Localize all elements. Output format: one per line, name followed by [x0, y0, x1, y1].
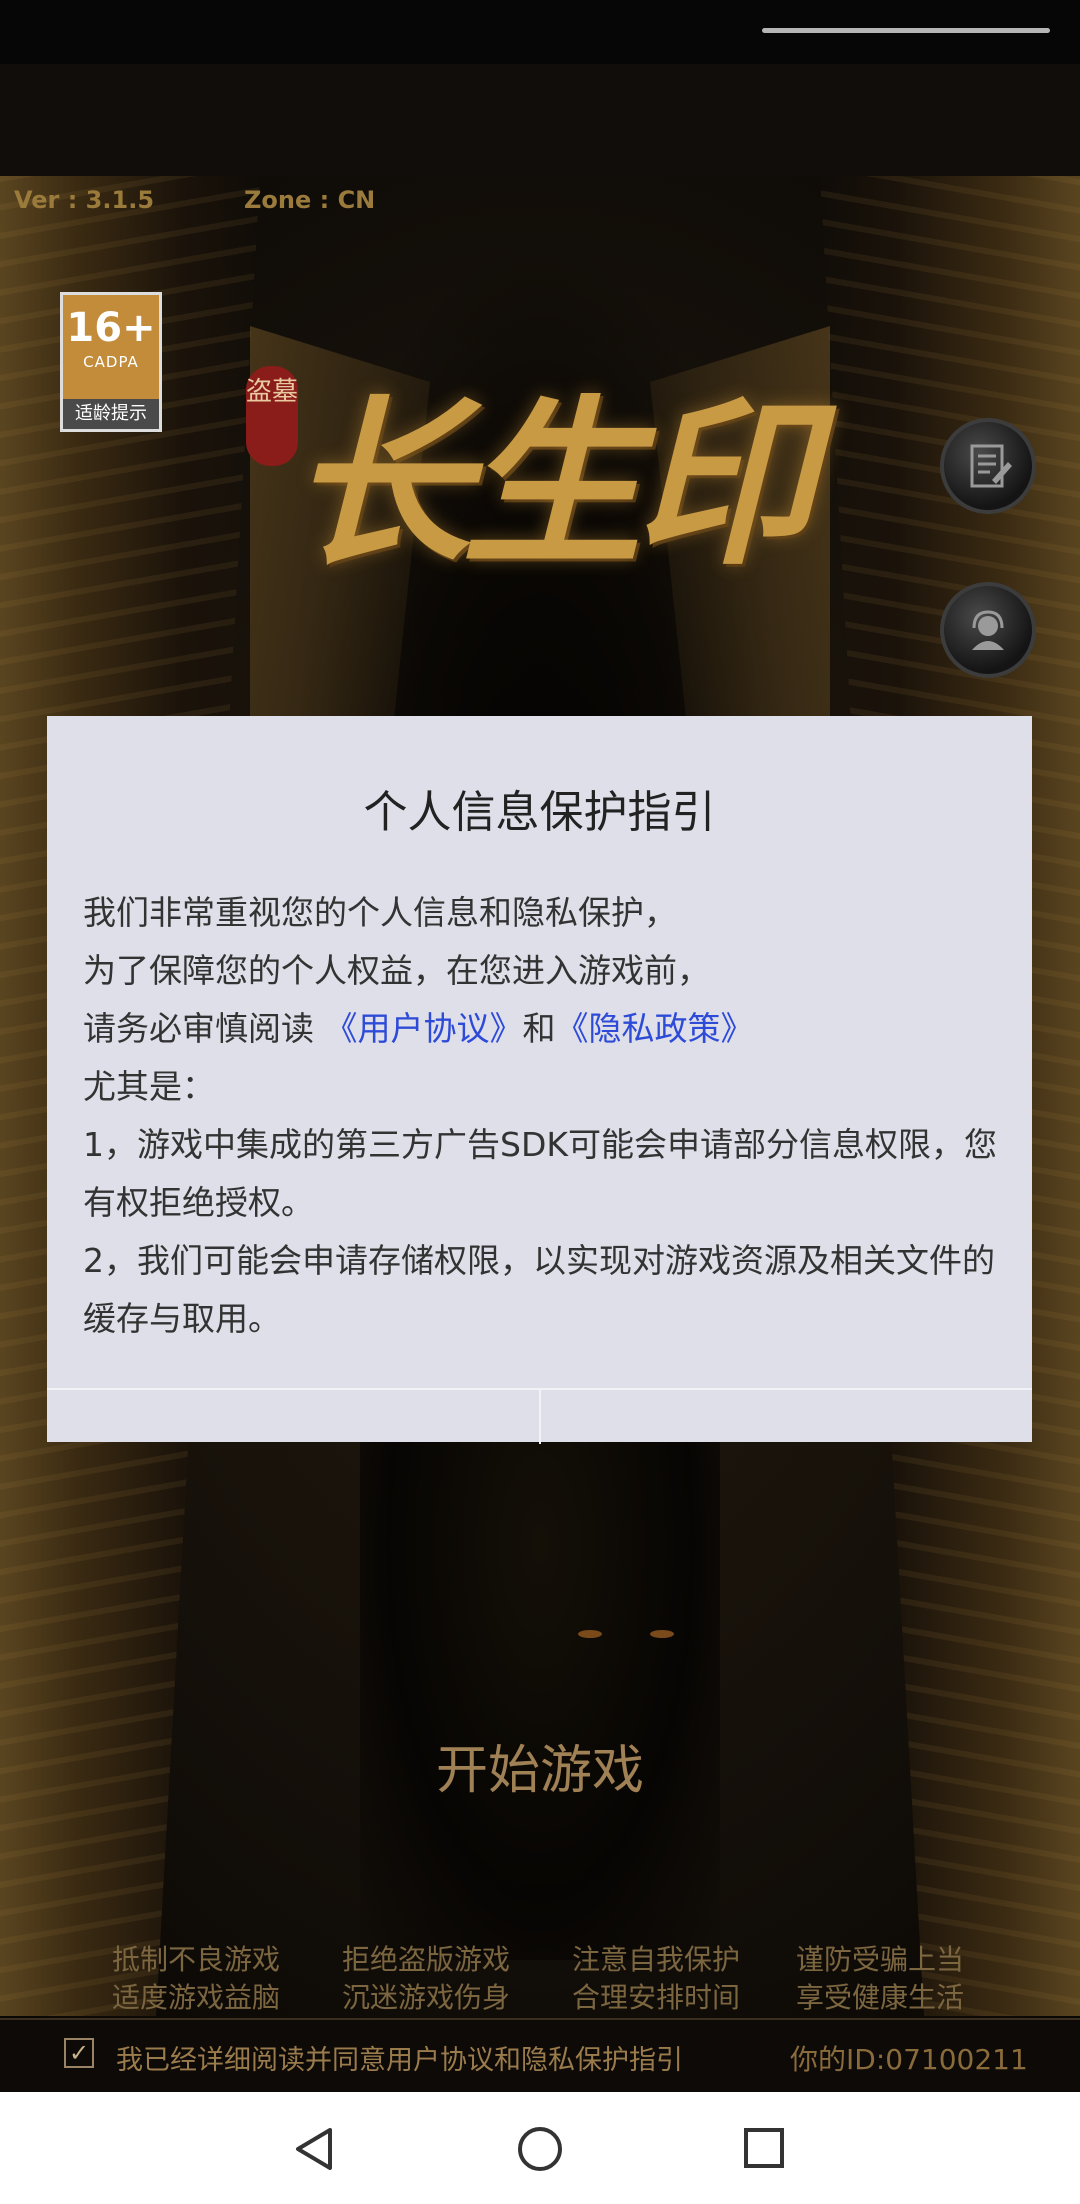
- dialog-item: 2，我们可能会申请存储权限，以实现对游戏资源及相关文件的缓存与取用。: [83, 1241, 995, 1338]
- dialog-line: 为了保障您的个人权益，在您进入游戏前，: [83, 951, 710, 990]
- zone-label: Zone : CN: [244, 186, 376, 214]
- health-tip: 拒绝盗版游戏: [341, 1943, 510, 1976]
- dialog-item: 1，游戏中集成的第三方广告SDK可能会申请部分信息权限，您有权拒绝授权。: [83, 1125, 997, 1222]
- status-bar: [0, 0, 1080, 64]
- dialog-left-button[interactable]: [47, 1390, 541, 1444]
- dialog-text: 请务必审慎阅读: [83, 1009, 314, 1048]
- dialog-right-button[interactable]: [541, 1390, 1033, 1444]
- age-rating-number: 16+: [66, 305, 156, 351]
- back-icon[interactable]: [292, 2126, 336, 2172]
- privacy-policy-link[interactable]: 《隐私政策》: [556, 1009, 754, 1048]
- status-indicator: [762, 28, 1050, 33]
- navigation-bar: [0, 2092, 1080, 2204]
- notice-icon: [970, 444, 1012, 488]
- health-tips-row: 抵制不良游戏 拒绝盗版游戏 注意自我保护 谨防受骗上当: [0, 1938, 1080, 1976]
- age-rating-org: CADPA: [83, 353, 139, 371]
- health-tips-row: 适度游戏益脑 沉迷游戏伤身 合理安排时间 享受健康生活: [0, 1976, 1080, 2014]
- health-tip: 合理安排时间: [571, 1981, 740, 2014]
- agreement-text[interactable]: 我已经详细阅读并同意用户协议和隐私保护指引: [116, 2038, 683, 2077]
- dialog-line: 请务必审慎阅读 《用户协议》和《隐私政策》: [83, 1000, 999, 1058]
- customer-service-button[interactable]: [940, 582, 1036, 678]
- notice-button[interactable]: [940, 418, 1036, 514]
- age-rating-tip: 适龄提示: [63, 399, 159, 429]
- figure-eye: [578, 1630, 602, 1638]
- dialog-line: 我们非常重视您的个人信息和隐私保护，: [83, 893, 677, 932]
- health-tip: 谨防受骗上当: [795, 1943, 964, 1976]
- customer-service-icon: [972, 610, 1004, 650]
- agreement-bar: ✓ 我已经详细阅读并同意用户协议和隐私保护指引 你的ID:07100211: [0, 2018, 1080, 2094]
- start-game-button[interactable]: 开始游戏: [0, 1728, 1080, 1803]
- top-band: [0, 64, 1080, 176]
- version-label: Ver : 3.1.5: [14, 186, 155, 214]
- dialog-title: 个人信息保护指引: [363, 787, 716, 838]
- home-icon[interactable]: [517, 2126, 563, 2172]
- agreement-checkbox[interactable]: ✓: [64, 2038, 94, 2068]
- game-logo: 长生印: [290, 379, 814, 590]
- user-agreement-link[interactable]: 《用户协议》: [325, 1009, 523, 1048]
- user-id: 你的ID:07100211: [790, 2043, 1028, 2076]
- dialog-line: 尤其是：: [83, 1067, 215, 1106]
- recents-icon[interactable]: [742, 2126, 786, 2170]
- dialog-text: 和: [522, 1009, 556, 1048]
- health-tip: 享受健康生活: [795, 1981, 964, 2014]
- health-tip: 适度游戏益脑: [111, 1981, 280, 2014]
- health-tip: 沉迷游戏伤身: [341, 1981, 510, 2014]
- health-tip: 注意自我保护: [571, 1943, 740, 1976]
- figure-eye: [650, 1630, 674, 1638]
- dialog-button-row: [47, 1388, 1032, 1444]
- check-icon: ✓: [68, 2039, 90, 2067]
- age-rating-badge[interactable]: 16+ CADPA 适龄提示: [60, 292, 162, 432]
- dialog-body: 我们非常重视您的个人信息和隐私保护， 为了保障您的个人权益，在您进入游戏前， 请…: [83, 884, 999, 1348]
- hooded-figure: [360, 1440, 720, 1960]
- privacy-dialog: 个人信息保护指引 我们非常重视您的个人信息和隐私保护， 为了保障您的个人权益，在…: [47, 716, 1032, 1444]
- health-tip: 抵制不良游戏: [111, 1943, 280, 1976]
